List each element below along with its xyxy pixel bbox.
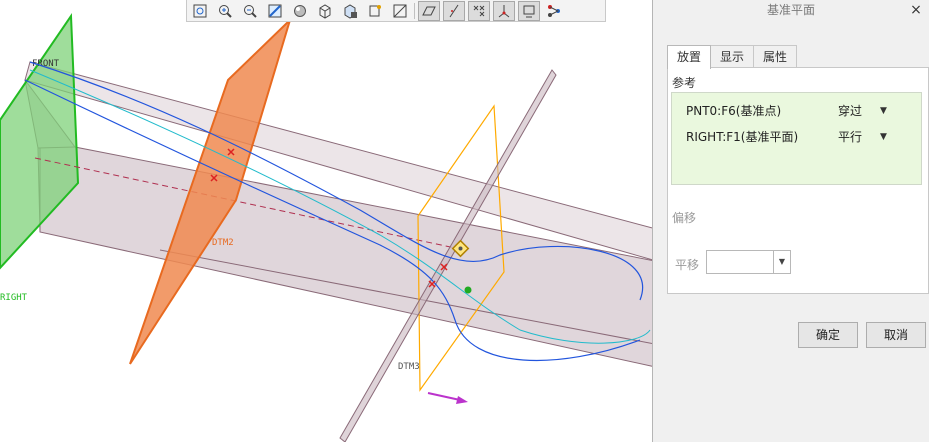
reference-row[interactable]: PNT0:F6(基准点) 穿过 ▼ [672, 101, 921, 121]
placement-panel: 参考 PNT0:F6(基准点) 穿过 ▼ RIGHT:F1(基准平面) 平行 ▼… [667, 67, 929, 294]
axis-display-button[interactable] [468, 0, 490, 21]
repaint-icon [268, 4, 282, 17]
offset-label: 偏移 [672, 211, 697, 225]
chevron-down-icon[interactable]: ▼ [773, 251, 790, 273]
zoom-out-button[interactable] [239, 1, 261, 21]
annotation-display-button[interactable] [418, 0, 440, 21]
toolbar-separator [414, 2, 415, 19]
shading-icon [294, 4, 306, 17]
plane-display-button[interactable] [443, 0, 465, 21]
spin-center-button[interactable] [389, 1, 411, 21]
reference-name: RIGHT:F1(基准平面) [686, 130, 799, 144]
csys-display-icon [523, 5, 535, 17]
zoom-out-icon [244, 4, 257, 18]
csys-display-button[interactable] [518, 0, 540, 21]
saved-views-icon [319, 3, 331, 19]
translation-input[interactable] [707, 251, 781, 273]
reference-row[interactable]: RIGHT:F1(基准平面) 平行 ▼ [672, 127, 921, 147]
zoom-in-icon [219, 4, 232, 18]
saved-views-button[interactable] [314, 1, 336, 21]
datum-point-marker[interactable] [464, 286, 472, 294]
display-style-button[interactable] [364, 1, 386, 21]
close-button[interactable]: × [909, 0, 923, 20]
display-style-icon [369, 4, 381, 16]
refit-button[interactable] [189, 1, 211, 21]
zoom-in-button[interactable] [214, 1, 236, 21]
datum-plane-dialog: 基准平面 × 放置 显示 属性 参考 PNT0:F6(基准点) 穿过 ▼ RIG… [652, 0, 929, 442]
right-plane-label: RIGHT [0, 293, 28, 303]
point-display-button[interactable] [493, 0, 515, 21]
cancel-button[interactable]: 取消 [866, 322, 926, 348]
constraint-type-select[interactable]: 穿过 [838, 101, 862, 121]
axis-display-icon [473, 5, 485, 16]
chevron-down-icon[interactable]: ▼ [880, 101, 887, 121]
constraint-type-select[interactable]: 平行 [838, 127, 862, 147]
translation-combo[interactable]: ▼ [706, 250, 791, 274]
chevron-down-icon[interactable]: ▼ [880, 127, 887, 147]
plane-display-icon [449, 4, 459, 17]
point-display-icon [498, 4, 510, 17]
tab-display[interactable]: 显示 [710, 45, 755, 68]
dtm2-plane-label: DTM2 [212, 238, 234, 248]
view-toolbar [186, 0, 606, 22]
shading-button[interactable] [289, 1, 311, 21]
dialog-title-bar: 基准平面 × [653, 0, 929, 20]
references-label: 参考 [672, 76, 697, 90]
references-collector[interactable]: PNT0:F6(基准点) 穿过 ▼ RIGHT:F1(基准平面) 平行 ▼ [671, 92, 922, 185]
dtm3-plane-label: DTM3 [398, 362, 420, 372]
connection-icon [548, 4, 560, 17]
dialog-title: 基准平面 [766, 3, 815, 17]
translation-label: 平移 [675, 258, 700, 272]
refit-icon [193, 4, 207, 17]
dialog-tabs: 放置 显示 属性 [667, 45, 798, 69]
section-button[interactable] [339, 1, 361, 21]
repaint-button[interactable] [264, 1, 286, 21]
reference-name: PNT0:F6(基准点) [686, 104, 782, 118]
connection-button[interactable] [543, 1, 565, 21]
tab-placement[interactable]: 放置 [667, 45, 712, 69]
ok-button[interactable]: 确定 [798, 322, 858, 348]
direction-arrow[interactable] [427, 392, 468, 404]
spin-center-icon [393, 4, 407, 17]
annotation-display-icon [422, 6, 436, 15]
tab-properties[interactable]: 属性 [753, 45, 798, 68]
section-icon [344, 3, 357, 19]
